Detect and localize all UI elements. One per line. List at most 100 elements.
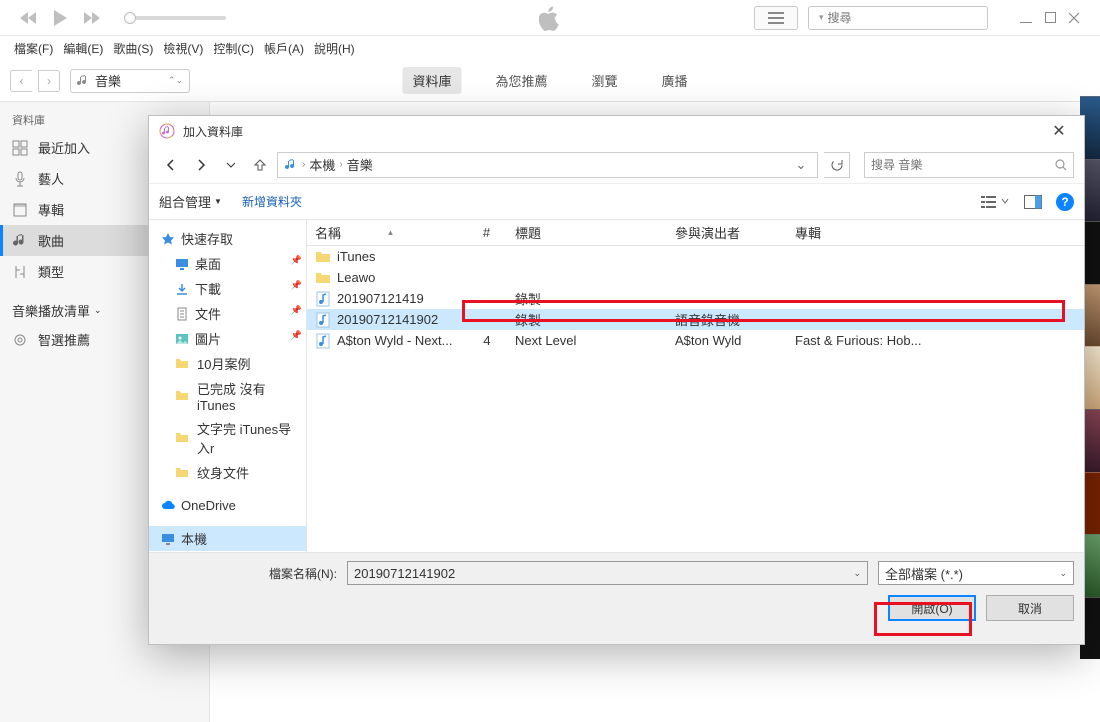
music-note-icon — [284, 158, 298, 172]
refresh-button[interactable] — [824, 152, 850, 178]
tree-pictures[interactable]: 圖片📌 — [149, 326, 306, 351]
library-dropdown-label: 音樂 — [95, 71, 121, 90]
col-artist[interactable]: 參與演出者 — [667, 223, 787, 242]
file-row[interactable]: 201907121419錄製 — [307, 288, 1084, 309]
tree-folder-oct[interactable]: 10月案例 — [149, 351, 306, 376]
nav-back-button[interactable] — [159, 153, 183, 177]
search-input[interactable] — [828, 11, 983, 25]
file-dialog: 加入資料庫 ✕ › 本機 › 音樂 ⌄ 組合管理▼ 新增資料夾 — [148, 115, 1085, 645]
next-track-button[interactable] — [82, 11, 102, 25]
crumb-dropdown[interactable]: ⌄ — [791, 157, 811, 173]
star-icon — [161, 232, 175, 246]
nav-recent-button[interactable] — [219, 153, 243, 177]
tree-desktop[interactable]: 桌面📌 — [149, 251, 306, 276]
dialog-search-field[interactable] — [864, 152, 1074, 178]
sidebar-item-label: 類型 — [38, 262, 64, 281]
tree-downloads[interactable]: 下載📌 — [149, 276, 306, 301]
folder-icon — [175, 356, 191, 372]
dialog-close-button[interactable]: ✕ — [1044, 116, 1074, 146]
folder-tree: 快速存取 桌面📌 下載📌 文件📌 圖片📌 10月案例 已完成 沒有iTunes … — [149, 220, 307, 552]
organize-dropdown[interactable]: 組合管理▼ — [159, 192, 222, 211]
search-icon — [1055, 159, 1067, 171]
col-name[interactable]: 名稱▲ — [307, 223, 467, 242]
col-title[interactable]: 標題 — [507, 223, 667, 242]
microphone-icon — [12, 171, 28, 187]
col-album[interactable]: 專輯 — [787, 223, 1084, 242]
file-row[interactable]: A$ton Wyld - Next...4Next LevelA$ton Wyl… — [307, 330, 1084, 351]
close-button[interactable] — [1068, 12, 1080, 24]
tree-folder-tattoo[interactable]: 纹身文件 — [149, 460, 306, 485]
tab-radio[interactable]: 廣播 — [652, 67, 698, 94]
playback-controls — [18, 9, 226, 27]
dialog-title: 加入資料庫 — [183, 123, 243, 140]
sidebar-item-label: 智選推薦 — [38, 330, 90, 349]
document-icon — [175, 307, 189, 321]
tree-documents[interactable]: 文件📌 — [149, 301, 306, 326]
filename-input[interactable]: 20190712141902 ⌄ — [347, 561, 868, 585]
file-list: 名稱▲ # 標題 參與演出者 專輯 iTunesLeawo20190712141… — [307, 220, 1084, 552]
menu-view[interactable]: 檢視(V) — [163, 40, 203, 57]
tree-folder-done[interactable]: 已完成 沒有iTunes — [149, 376, 306, 416]
search-field[interactable]: ▾ — [808, 6, 988, 30]
tree-quick-access[interactable]: 快速存取 — [149, 226, 306, 251]
dialog-search-input[interactable] — [871, 158, 1049, 172]
tree-this-pc[interactable]: 本機 — [149, 526, 306, 551]
file-row[interactable]: Leawo — [307, 267, 1084, 288]
crumb-music[interactable]: 音樂 — [347, 155, 373, 174]
nav-forward-button[interactable] — [189, 153, 213, 177]
apple-logo-icon — [539, 6, 561, 35]
menu-edit[interactable]: 編輯(E) — [63, 40, 103, 57]
col-number[interactable]: # — [467, 225, 507, 240]
open-button[interactable]: 開啟(O) — [888, 595, 976, 621]
menu-bar: 檔案(F) 編輯(E) 歌曲(S) 檢視(V) 控制(C) 帳戶(A) 說明(H… — [0, 36, 1100, 60]
pin-icon: 📌 — [291, 305, 302, 316]
tab-library[interactable]: 資料庫 — [402, 67, 461, 94]
filename-value: 20190712141902 — [354, 566, 455, 581]
tab-browse[interactable]: 瀏覽 — [582, 67, 628, 94]
crumb-root[interactable]: 本機 — [309, 155, 335, 174]
itunes-icon — [159, 123, 175, 139]
cancel-button[interactable]: 取消 — [986, 595, 1074, 621]
tree-folder-text[interactable]: 文字完 iTunes导入r — [149, 416, 306, 460]
file-filter-dropdown[interactable]: 全部檔案 (*.*) ⌄ — [878, 561, 1074, 585]
grid-icon — [12, 140, 28, 156]
genres-icon — [12, 264, 28, 280]
preview-pane-button[interactable] — [1024, 195, 1042, 209]
gear-icon — [12, 332, 28, 348]
desktop-icon — [175, 257, 189, 271]
library-dropdown[interactable]: 音樂 ⌃⌄ — [70, 69, 190, 93]
tree-onedrive[interactable]: OneDrive — [149, 495, 306, 516]
menu-account[interactable]: 帳戶(A) — [264, 40, 304, 57]
maximize-button[interactable] — [1044, 12, 1056, 24]
column-headers: 名稱▲ # 標題 參與演出者 專輯 — [307, 220, 1084, 246]
help-button[interactable]: ? — [1056, 193, 1074, 211]
chevron-down-icon: ⌄ — [1059, 568, 1067, 579]
minimize-button[interactable] — [1020, 12, 1032, 24]
nav-forward[interactable]: › — [38, 70, 60, 92]
music-note-icon — [12, 233, 28, 249]
sidebar-item-label: 最近加入 — [38, 138, 90, 157]
picture-icon — [175, 332, 189, 346]
nav-back[interactable]: ‹ — [10, 70, 32, 92]
folder-icon — [175, 388, 191, 404]
volume-slider[interactable] — [126, 16, 226, 20]
chevron-down-icon[interactable]: ⌄ — [853, 568, 861, 579]
list-view-button[interactable] — [754, 6, 798, 30]
file-row[interactable]: 20190712141902錄製語音錄音機 — [307, 309, 1084, 330]
menu-file[interactable]: 檔案(F) — [14, 40, 53, 57]
new-folder-button[interactable]: 新增資料夾 — [242, 193, 302, 210]
tab-foryou[interactable]: 為您推薦 — [485, 67, 557, 94]
folder-icon — [175, 465, 191, 481]
breadcrumb[interactable]: › 本機 › 音樂 ⌄ — [277, 152, 818, 178]
monitor-icon — [161, 532, 175, 546]
sidebar-item-label: 藝人 — [38, 169, 64, 188]
file-row[interactable]: iTunes — [307, 246, 1084, 267]
previous-track-button[interactable] — [18, 11, 38, 25]
nav-up-button[interactable] — [249, 153, 271, 177]
menu-help[interactable]: 說明(H) — [314, 40, 355, 57]
menu-song[interactable]: 歌曲(S) — [113, 40, 153, 57]
menu-control[interactable]: 控制(C) — [213, 40, 254, 57]
view-options-button[interactable] — [980, 194, 1010, 210]
album-icon — [12, 202, 28, 218]
play-button[interactable] — [52, 9, 68, 27]
